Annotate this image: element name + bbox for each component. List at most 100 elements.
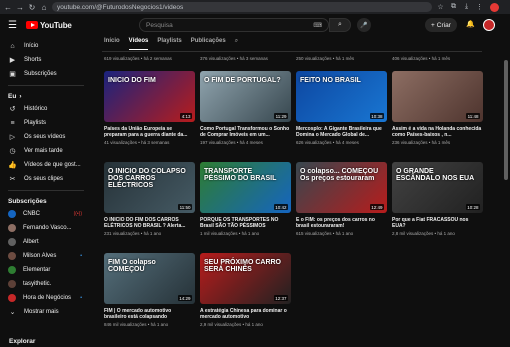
video-card[interactable]: O colapso... COMEÇOU Os preços estourara… bbox=[296, 162, 387, 236]
video-thumbnail[interactable]: O INICIO DO COLAPSO DOS CARROS ELÉCTRICO… bbox=[104, 162, 195, 213]
address-bar[interactable]: youtube.com/@FuturodosNegocios1/videos bbox=[52, 2, 432, 12]
thumbnail-text: INICIO DO FIM bbox=[108, 77, 156, 84]
keyboard-icon[interactable]: ⌨ bbox=[313, 22, 322, 29]
video-meta: 1 mil visualizações • há 1 ano bbox=[200, 231, 260, 236]
hamburger-menu-icon[interactable]: ☰ bbox=[8, 20, 20, 31]
sidebar-item-label: Elementar bbox=[23, 267, 51, 273]
video-card[interactable]: O INICIO DO COLAPSO DOS CARROS ELÉCTRICO… bbox=[104, 162, 195, 236]
video-thumbnail[interactable]: FEITO NO BRASIL 10:38 bbox=[296, 71, 387, 122]
video-card[interactable]: FIM O colapso COMEÇOU 14:29 FIM | O mercad… bbox=[104, 253, 195, 327]
reload-icon[interactable]: ↻ bbox=[28, 3, 36, 12]
tab-playlists[interactable]: Playlists bbox=[157, 38, 181, 50]
video-meta: 2,8 mil visualizações • há 1 ano bbox=[392, 231, 455, 236]
back-icon[interactable]: ← bbox=[4, 3, 12, 12]
search-input[interactable]: Pesquisa ⌨ bbox=[139, 18, 329, 32]
tab-posts[interactable]: Publicações bbox=[191, 38, 226, 50]
video-card[interactable]: SEU PRÓXIMO CARRO SERÁ CHINÊS 12:37 A estr… bbox=[200, 253, 291, 327]
chevron-right-icon: › bbox=[19, 92, 22, 100]
browser-profile-avatar[interactable] bbox=[490, 2, 499, 12]
scrollbar[interactable] bbox=[504, 60, 508, 180]
channel-search-icon[interactable]: ⌕ bbox=[235, 38, 238, 50]
video-title[interactable]: O INICIO DO FIM DOS CARROS ELÉTRICOS NO … bbox=[104, 217, 195, 229]
tab-videos[interactable]: Vídeos bbox=[128, 38, 149, 50]
channel-avatar bbox=[8, 280, 16, 288]
download-icon[interactable]: ⤓ bbox=[462, 3, 471, 11]
forward-icon[interactable]: → bbox=[16, 3, 24, 12]
sidebar-item-subscriptions[interactable]: ▣ Subscrições bbox=[8, 67, 90, 81]
video-title[interactable]: Assim é a vida na Holanda conhecida como… bbox=[392, 126, 483, 138]
video-thumbnail[interactable]: O FIM DE PORTUGAL? 11:29 bbox=[200, 71, 291, 122]
new-content-dot: • bbox=[80, 295, 82, 301]
notifications-bell-icon[interactable]: 🔔 bbox=[466, 20, 475, 28]
sidebar-item-watch-later[interactable]: ◷ Ver mais tarde bbox=[8, 144, 90, 158]
video-thumbnail[interactable]: TRANSPORTE PÉSSIMO DO BRASIL 10:42 bbox=[200, 162, 291, 213]
video-card[interactable]: O FIM DE PORTUGAL? 11:29 Como Portugal Tra… bbox=[200, 71, 291, 145]
sidebar-sub-tasyithetic[interactable]: tasyithetic. bbox=[8, 277, 90, 291]
sidebar-sub-fernando[interactable]: Fernando Vasco... bbox=[8, 221, 90, 235]
search-button[interactable]: ⌕ bbox=[329, 18, 351, 32]
video-title[interactable]: A estratégia Chinesa para dominar o merc… bbox=[200, 308, 291, 320]
history-icon: ↺ bbox=[9, 106, 16, 113]
sidebar-item-liked[interactable]: 👍 Vídeos de que gost... bbox=[8, 158, 90, 172]
browser-toolbar: ← → ↻ ⌂ youtube.com/@FuturodosNegocios1/… bbox=[0, 0, 510, 14]
youtube-header: ☰ YouTube Pesquisa ⌨ ⌕ 🎤 + Criar 🔔 bbox=[0, 14, 510, 36]
video-thumbnail[interactable]: O colapso... COMEÇOU Os preços estourara… bbox=[296, 162, 387, 213]
subscriptions-section-header: Subscrições bbox=[8, 197, 47, 205]
home-icon[interactable]: ⌂ bbox=[40, 3, 48, 12]
channel-avatar bbox=[8, 224, 16, 232]
show-more-button[interactable]: ⌄ Mostrar mais bbox=[8, 305, 90, 319]
video-title[interactable]: É o FIM: os preços dos carros no brasil … bbox=[296, 217, 387, 229]
extension-icon[interactable]: ⧉ bbox=[449, 3, 458, 11]
youtube-play-icon bbox=[26, 21, 38, 29]
video-duration: 11:48 bbox=[466, 113, 480, 119]
video-thumbnail[interactable]: O GRANDE ESCÂNDALO NOS EUA 10:28 bbox=[392, 162, 483, 213]
sidebar-item-your-videos[interactable]: ▷ Os seus vídeos bbox=[8, 130, 90, 144]
sidebar-sub-albert[interactable]: Albert bbox=[8, 235, 90, 249]
you-section-header[interactable]: Eu › bbox=[8, 90, 90, 102]
video-card[interactable]: TRANSPORTE PÉSSIMO DO BRASIL 10:42 PORQUE … bbox=[200, 162, 291, 236]
sidebar-item-playlists[interactable]: ≡ Playlists bbox=[8, 116, 90, 130]
channel-tabs: Início Vídeos Playlists Publicações ⌕ bbox=[104, 38, 238, 50]
tab-home[interactable]: Início bbox=[104, 38, 120, 50]
account-avatar[interactable] bbox=[483, 19, 495, 31]
sidebar-item-label: Playlists bbox=[24, 120, 47, 126]
video-title[interactable]: Países da União Europeia se preparam par… bbox=[104, 126, 195, 138]
video-thumbnail[interactable]: 11:48 bbox=[392, 71, 483, 122]
video-title[interactable]: Por que a Fiat FRACASSOU nos EUA? bbox=[392, 217, 483, 229]
sidebar-item-history[interactable]: ↺ Histórico bbox=[8, 102, 90, 116]
like-icon: 👍 bbox=[8, 162, 17, 169]
sidebar-sub-hora[interactable]: Hora de Negócios • bbox=[8, 291, 90, 305]
video-duration: 12:37 bbox=[273, 295, 288, 301]
divider bbox=[8, 85, 84, 86]
sidebar-item-home[interactable]: ⌂ Início bbox=[8, 39, 90, 53]
sidebar-sub-cnbc[interactable]: CNBC ((•)) bbox=[8, 207, 90, 221]
video-card[interactable]: O GRANDE ESCÂNDALO NOS EUA 10:28 Por que a… bbox=[392, 162, 483, 236]
microphone-button[interactable]: 🎤 bbox=[357, 18, 371, 32]
youtube-logo[interactable]: YouTube bbox=[26, 21, 72, 30]
video-thumbnail[interactable]: FIM O colapso COMEÇOU 14:29 bbox=[104, 253, 195, 304]
live-indicator-icon: ((•)) bbox=[73, 211, 82, 217]
video-thumbnail[interactable]: SEU PRÓXIMO CARRO SERÁ CHINÊS 12:37 bbox=[200, 253, 291, 304]
create-button[interactable]: + Criar bbox=[425, 18, 457, 32]
thumbnail-text: O GRANDE ESCÂNDALO NOS EUA bbox=[396, 168, 475, 182]
sidebar-sub-milson[interactable]: Milson Alves • bbox=[8, 249, 90, 263]
video-title[interactable]: PORQUE OS TRANSPORTES NO Brasil SÃO TÃO … bbox=[200, 217, 291, 229]
video-thumbnail[interactable]: INICIO DO FIM 4:13 bbox=[104, 71, 195, 122]
thumbnail-text: SEU PRÓXIMO CARRO SERÁ CHINÊS bbox=[204, 259, 282, 273]
sidebar-sub-elementar[interactable]: Elementar bbox=[8, 263, 90, 277]
video-title[interactable]: Como Portugal Transformou o Sonho de Com… bbox=[200, 126, 291, 138]
video-title[interactable]: FIM | O mercado automotivo brasileiro es… bbox=[104, 308, 195, 320]
bookmark-icon[interactable]: ☆ bbox=[436, 3, 445, 11]
video-duration: 14:29 bbox=[177, 295, 192, 301]
divider bbox=[8, 190, 84, 191]
video-card[interactable]: 11:48 Assim é a vida na Holanda conhecida… bbox=[392, 71, 483, 145]
url-text: youtube.com/@FuturodosNegocios1/videos bbox=[57, 3, 184, 11]
sidebar-item-label: Os seus clipes bbox=[24, 176, 64, 182]
sidebar-item-shorts[interactable]: ▶ Shorts bbox=[8, 53, 90, 67]
video-card[interactable]: INICIO DO FIM 4:13 Países da União Europei… bbox=[104, 71, 195, 145]
sidebar-item-clips[interactable]: ✂ Os seus clipes bbox=[8, 172, 90, 186]
video-title[interactable]: Mercosplo: A Gigante Brasileira que Domi… bbox=[296, 126, 387, 138]
menu-icon[interactable]: ⋮ bbox=[475, 3, 484, 11]
logo-text: YouTube bbox=[40, 20, 72, 30]
video-card[interactable]: FEITO NO BRASIL 10:38 Mercosplo: A Gigante… bbox=[296, 71, 387, 145]
